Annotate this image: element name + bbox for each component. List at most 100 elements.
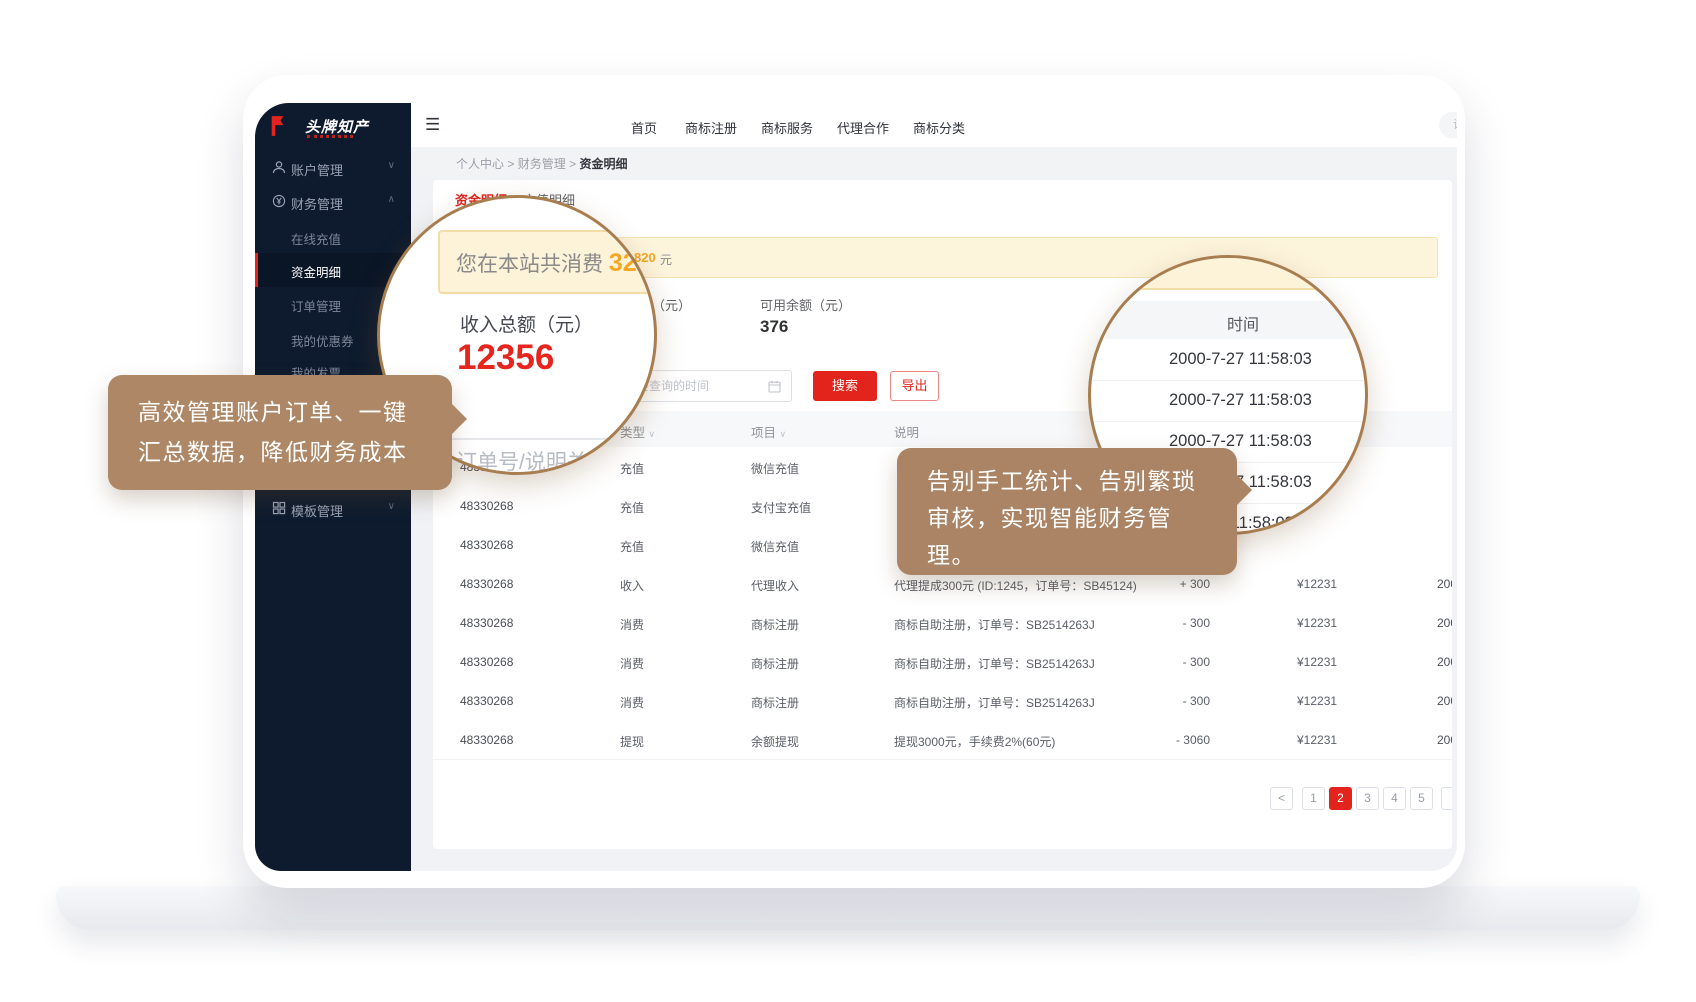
search-button[interactable]: 搜索 — [813, 371, 877, 401]
col-desc: 说明 — [894, 422, 919, 441]
chevron-down-icon: ∨ — [388, 160, 395, 171]
lens-time-row: 2000-7-27 11:58:03 — [1091, 380, 1365, 422]
cell-balance: ¥12231 — [1297, 733, 1337, 747]
pagination-prev-button[interactable]: < — [1270, 787, 1293, 810]
sidebar-item-templates[interactable]: 模板管理 ∨ — [255, 492, 411, 526]
lens-time-header: 时间 — [1091, 301, 1365, 339]
breadcrumb-separator: > — [507, 157, 514, 171]
cell-desc: 提现3000元，手续费2%(60元) — [894, 733, 1055, 750]
chevron-down-icon: ∨ — [388, 501, 395, 512]
pagination-page-3[interactable]: 3 — [1356, 787, 1379, 810]
nav-trademark-register[interactable]: 商标注册 — [685, 118, 737, 137]
sidebar-item-label: 在线充值 — [291, 229, 341, 248]
finance-yen-icon — [272, 194, 286, 208]
cell-balance: ¥12231 — [1297, 577, 1337, 591]
cell-balance: ¥12231 — [1297, 616, 1337, 630]
cell-order: 48330268 — [460, 616, 513, 630]
breadcrumb-part[interactable]: 个人中心 — [456, 157, 504, 171]
cell-balance: ¥12231 — [1297, 694, 1337, 708]
stat-available-balance: 可用余额（元） 376 — [760, 295, 900, 345]
cell-desc: 商标自助注册，订单号：SB2514263J — [894, 616, 1095, 633]
sidebar-item-label: 我的优惠券 — [291, 331, 354, 350]
cell-order: 48330268 — [460, 499, 513, 513]
active-indicator-bar — [255, 253, 258, 287]
stat-value: 376 — [760, 317, 788, 337]
nav-trademark-category[interactable]: 商标分类 — [913, 118, 965, 137]
pagination-next-button[interactable] — [1441, 787, 1452, 810]
template-grid-icon — [272, 501, 286, 515]
top-navbar: ☰ 首页 商标注册 商标服务 代理合作 商标分类 请输入商标名，申请号，申请人 — [411, 103, 1457, 148]
cell-item: 代理收入 — [751, 577, 799, 594]
cell-amount: - 300 — [1113, 616, 1210, 630]
cell-time: 2000-7-27 11:58:03 — [1437, 655, 1452, 669]
pagination-page-4[interactable]: 4 — [1383, 787, 1406, 810]
sort-caret-icon: ∨ — [780, 429, 787, 439]
cell-time: 2000-7-27 11:58:03 — [1437, 694, 1452, 708]
cell-type: 消费 — [620, 655, 644, 672]
logo[interactable]: 头牌知产 — [269, 115, 399, 145]
nav-trademark-services[interactable]: 商标服务 — [761, 118, 813, 137]
nav-agency[interactable]: 代理合作 — [837, 118, 889, 137]
table-row: 48330268 提现 余额提现 提现3000元，手续费2%(60元) - 30… — [433, 720, 1452, 760]
laptop-base — [56, 886, 1640, 930]
brand-subtext-marks — [307, 135, 353, 138]
callout-arrow-icon — [451, 403, 467, 435]
cell-item: 微信充值 — [751, 538, 799, 555]
sidebar-item-account[interactable]: 账户管理 ∨ — [255, 151, 411, 185]
lens-stat-label: 收入总额（元） — [460, 310, 593, 337]
nav-home[interactable]: 首页 — [631, 118, 657, 137]
chevron-up-icon: ∧ — [388, 194, 395, 205]
breadcrumb: 个人中心 > 财务管理 > 资金明细 — [456, 155, 627, 172]
cell-order: 48330268 — [460, 655, 513, 669]
lens-banner-strip — [1091, 258, 1365, 290]
lens-banner-prefix: 您在本站共消费 — [456, 253, 603, 276]
cell-order: 48330268 — [460, 694, 513, 708]
callout-arrow-icon — [1236, 474, 1252, 506]
lens-time-value: 2000-7-27 11:58:03 — [1169, 391, 1312, 410]
pagination-page-2-active[interactable]: 2 — [1329, 787, 1352, 810]
cell-desc: 商标自助注册，订单号：SB2514263J — [894, 655, 1095, 672]
banner-unit: 元 — [660, 251, 672, 268]
breadcrumb-part[interactable]: 财务管理 — [518, 157, 566, 171]
user-icon — [272, 160, 286, 174]
hamburger-menu-icon[interactable]: ☰ — [425, 115, 440, 135]
lens-banner-amount: 32124 — [609, 249, 657, 277]
export-button[interactable]: 导出 — [890, 371, 939, 401]
cell-item: 商标注册 — [751, 694, 799, 711]
sidebar-item-online-recharge[interactable]: 在线充值 — [255, 220, 411, 254]
sidebar-item-label: 财务管理 — [291, 194, 343, 213]
lens-time-row: 2000-7-27 11:58:03 — [1091, 339, 1365, 381]
cell-type: 提现 — [620, 733, 644, 750]
pagination-page-1[interactable]: 1 — [1302, 787, 1325, 810]
pagination-page-5[interactable]: 5 — [1410, 787, 1433, 810]
cell-type: 充值 — [620, 538, 644, 555]
callout-text-line: 汇总数据，降低财务成本 — [138, 433, 408, 467]
lens-input-placeholder: 订单号/说明关键字 — [456, 446, 630, 475]
cell-amount: - 300 — [1113, 655, 1210, 669]
callout-left: 高效管理账户订单、一键 汇总数据，降低财务成本 — [108, 375, 452, 490]
laptop-mockup-stage: 头牌知产 账户管理 ∨ 财务管理 ∧ 在线充值 资金明细 订单管理 — [0, 0, 1696, 1002]
sidebar-item-finance[interactable]: 财务管理 ∧ — [255, 185, 411, 219]
lens-time-header-label: 时间 — [1227, 311, 1259, 335]
brand-flag-icon — [269, 115, 287, 137]
table-row: 48330268 消费 商标注册 商标自助注册，订单号：SB2514263J -… — [433, 603, 1452, 643]
lens-input-border — [422, 438, 657, 440]
callout-text-line: 理。 — [927, 536, 976, 570]
table-row: 48330268 消费 商标注册 商标自助注册，订单号：SB2514263J -… — [433, 642, 1452, 682]
col-item[interactable]: 项目 ∨ — [751, 422, 786, 441]
search-input[interactable]: 请输入商标名，申请号，申请人 — [1439, 112, 1457, 138]
cell-item: 商标注册 — [751, 655, 799, 672]
cell-desc: 商标自助注册，订单号：SB2514263J — [894, 694, 1095, 711]
table-row: 48330268 消费 商标注册 商标自助注册，订单号：SB2514263J -… — [433, 681, 1452, 721]
cell-type: 充值 — [620, 499, 644, 516]
sidebar-item-label: 模板管理 — [291, 501, 343, 520]
breadcrumb-separator: > — [569, 157, 576, 171]
cell-item: 余额提现 — [751, 733, 799, 750]
cell-amount: - 3060 — [1113, 733, 1210, 747]
cell-item: 商标注册 — [751, 616, 799, 633]
breadcrumb-current: 资金明细 — [579, 157, 627, 171]
cell-item: 支付宝充值 — [751, 499, 811, 516]
cell-balance: ¥12231 — [1297, 655, 1337, 669]
cell-item: 微信充值 — [751, 460, 799, 477]
sidebar-item-label: 资金明细 — [291, 262, 341, 281]
